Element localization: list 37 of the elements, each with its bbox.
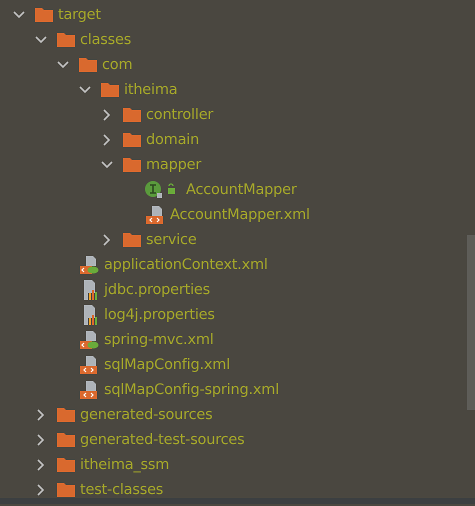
folder-icon [57, 432, 75, 447]
spring-xml-file-icon [79, 256, 99, 274]
file-name: sqlMapConfig-spring.xml [104, 382, 280, 398]
file-name: AccountMapper [186, 182, 297, 198]
spring-xml-file-icon [79, 330, 99, 348]
xml-file-icon [79, 356, 99, 374]
folder-name: service [146, 232, 197, 248]
folder-name: test-classes [80, 482, 164, 498]
folder-name: target [58, 6, 101, 22]
folder-name: itheima [124, 82, 178, 98]
folder-name: itheima_ssm [80, 456, 170, 472]
folder-name: mapper [146, 156, 202, 172]
folder-icon [123, 157, 141, 172]
folder-icon [101, 82, 119, 97]
xml-file-icon [79, 380, 99, 398]
file-name: spring-mvc.xml [104, 332, 214, 348]
file-name: AccountMapper.xml [170, 206, 310, 222]
file-name: log4j.properties [104, 306, 215, 322]
folder-icon [57, 32, 75, 47]
folder-name: com [102, 56, 132, 72]
folder-name: generated-sources [80, 406, 212, 422]
folder-icon [57, 457, 75, 472]
folder-icon [123, 232, 141, 247]
folder-icon [123, 107, 141, 122]
folder-icon [123, 132, 141, 147]
file-name: jdbc.properties [104, 282, 210, 298]
folder-name: domain [146, 132, 200, 148]
file-name: sqlMapConfig.xml [104, 356, 230, 372]
folder-icon [79, 57, 97, 72]
file-name: applicationContext.xml [104, 256, 268, 272]
scrollbar-thumb[interactable] [467, 235, 475, 410]
folder-name: generated-test-sources [80, 432, 245, 448]
folder-name: controller [146, 106, 214, 122]
folder-icon [35, 7, 53, 22]
xml-file-icon [145, 206, 165, 224]
folder-name: classes [80, 32, 132, 48]
folder-icon [57, 407, 75, 422]
